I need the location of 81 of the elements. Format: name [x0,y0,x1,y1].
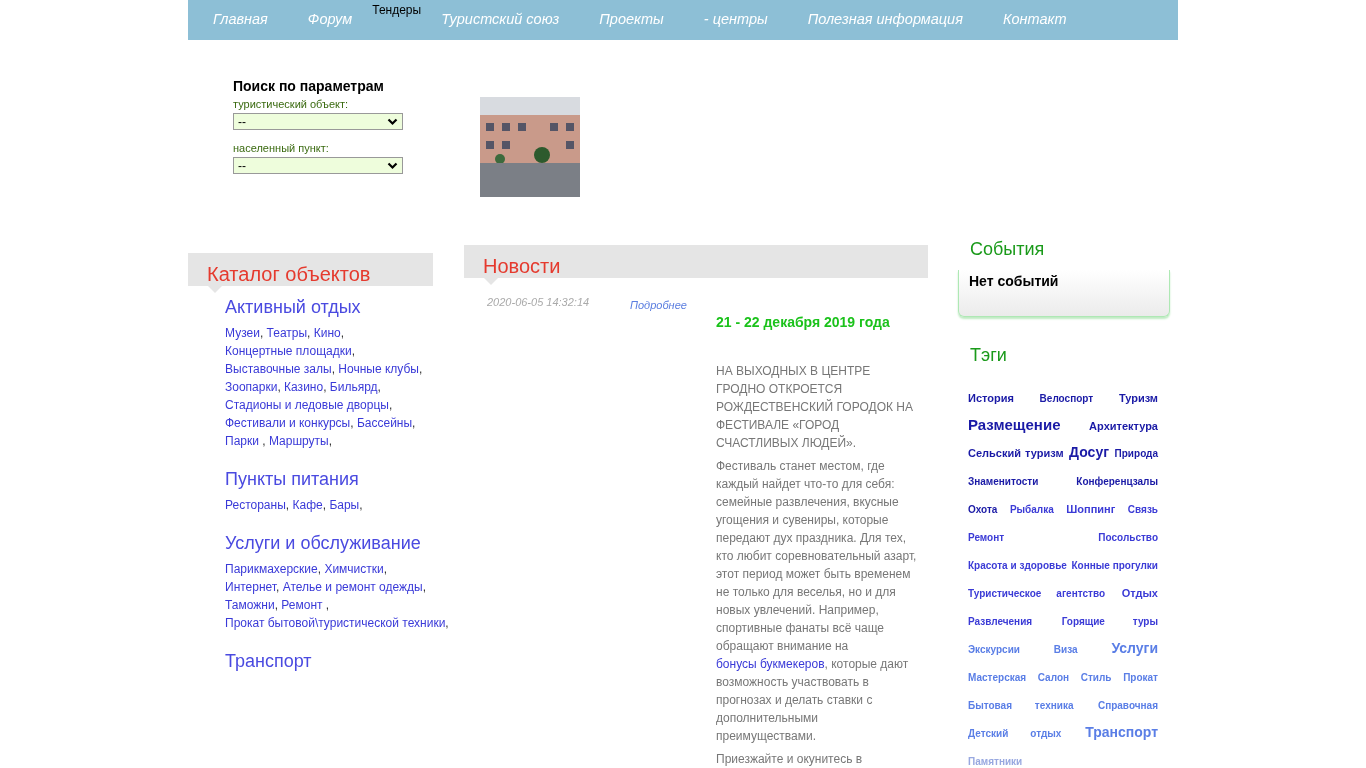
category-link[interactable]: Стадионы и ледовые дворцы, [225,398,393,412]
category-link[interactable]: Парикмахерские, [225,562,322,576]
tag-link[interactable]: Виза [1053,644,1078,655]
dropdown[interactable]: -- [233,113,403,130]
category-link[interactable]: Бильярд, [329,380,381,394]
category-link[interactable]: Музеи, [225,326,264,340]
field-label: населенный пункт: [233,142,330,154]
tag-link[interactable]: История [968,392,1014,404]
news-headline: 21 - 22 декабря 2019 года [716,314,891,330]
category-link[interactable]: Ночные клубы, [338,362,423,376]
header-pointer [484,278,498,285]
tag-link[interactable]: Прокат [1123,672,1158,683]
category-link[interactable]: Маршруты, [268,434,333,448]
search-title: Поиск по параметрам [233,78,385,94]
no-events-text: Нет событий [969,273,1059,289]
tag-link[interactable]: Туристическое агентство [968,588,1106,599]
category-heading[interactable]: Пункты питания [225,468,430,490]
inline-link[interactable]: бонусы букмекеров [716,657,825,671]
category-link[interactable]: Бары, [329,498,363,512]
tag-link[interactable]: Мастерская [968,672,1027,683]
category-link[interactable]: Казино, [284,380,327,394]
category-link[interactable]: Фестивали и конкурсы, [225,416,354,430]
events-title: События [969,239,1046,260]
category-heading[interactable]: Транспорт [225,650,430,672]
category-link[interactable]: Ателье и ремонт одежды, [282,580,427,594]
category-link[interactable]: Рестораны, [225,498,290,512]
tag-link[interactable]: Охота [968,504,998,515]
category-heading[interactable]: Активный отдых [225,296,430,318]
read-more-link[interactable]: Подробнее [630,299,687,311]
category-link[interactable]: Парки , [225,434,266,448]
tag-link[interactable]: Отдых [1121,587,1158,599]
field-label: туристический объект: [233,98,350,110]
news-paragraph: НА ВЫХОДНЫХ В ЦЕНТРЕ ГРОДНО ОТКРОЕТСЯ РОЖДЕСТВЕНСКИЙ ГОРОДОК НА ФЕСТИВАЛЕ «ГОРОД СЧАСТЛИВЫХ ЛЮДЕЙ». [716,363,914,452]
tag-link[interactable]: Справочная [1097,700,1158,711]
category-link[interactable]: Ремонт , [281,598,330,612]
tag-link[interactable]: Салон [1037,672,1070,683]
tag-link[interactable]: Транспорт [1085,724,1158,740]
tag-link[interactable]: Конференцзалы [1076,476,1158,487]
category-link[interactable]: Прокат бытовой\туристической техники, [225,616,449,630]
tag-link[interactable]: Архитектура [1089,420,1158,432]
tag-link[interactable]: Рыбалка [1009,504,1054,515]
category-link[interactable]: Интернет, [225,580,280,594]
tag-link[interactable]: Развлечения [968,616,1033,627]
news-paragraph: Фестиваль станет местом, где каждый найдет что-то для себя: семейные развлечения, вкусные угощения и сувениры, которые передают дух праздника. Для тех, кто любит соревновательный азарт, этот период может быть временем не только для веселья, но и для новых увлечений. Например, спортивные фанаты всё чаще обращают внимание на бонусы букмекеров, которые дают возможность участвовать в прогнозах и делать ставки с дополнительными преимуществами. [716,458,918,745]
tag-link[interactable]: Стиль [1080,672,1112,683]
category-link[interactable]: Таможни, [225,598,278,612]
category-link[interactable]: Концертные площадки, [225,344,356,358]
chevron-down-icon [387,117,398,126]
category-link[interactable]: Зоопарки, [225,380,281,394]
tag-link[interactable]: Детский отдых [968,728,1062,739]
category-link[interactable]: Выставочные залы, [225,362,335,376]
tag-link[interactable]: Велоспорт [1039,393,1094,404]
tag-link[interactable]: Горящие туры [1061,616,1158,627]
news-paragraph: Приезжайте и окунитесь в [716,751,864,768]
tag-link[interactable]: Шоппинг [1066,503,1116,515]
category-link[interactable]: Кино, [313,326,345,340]
tag-link[interactable]: Знаменитости [968,476,1039,487]
chevron-down-icon [387,161,398,170]
dropdown[interactable]: -- [233,157,403,174]
category-heading[interactable]: Услуги и обслуживание [225,532,430,554]
tag-link[interactable]: Размещение [968,416,1061,433]
tag-link[interactable]: Красота и здоровье [968,560,1067,571]
tag-link[interactable]: Бытовая техника [968,700,1074,711]
category-link[interactable]: Театры, [266,326,311,340]
category-link[interactable]: Бассейны, [356,416,416,430]
news-date: 2020-06-05 14:32:14 [487,296,590,308]
tag-link[interactable]: Экскурсии [968,644,1020,655]
tags-title: Тэги [969,345,1008,366]
tag-link[interactable]: Услуги [1111,640,1158,656]
tag-link[interactable]: Связь [1127,504,1158,515]
tag-link[interactable]: Ремонт [968,532,1005,543]
tag-link[interactable]: Конные прогулки [1071,560,1158,571]
category-link[interactable]: Химчистки, [324,562,388,576]
tag-link[interactable]: Сельский туризм [968,447,1064,459]
tag-link[interactable]: Досуг [1069,444,1110,460]
header-pointer [208,286,222,293]
tag-link[interactable]: Природа [1114,448,1158,459]
nav-link[interactable]: Тендеры [372,3,422,17]
tag-link[interactable]: Туризм [1118,392,1158,404]
tag-link[interactable]: Посольство [1098,532,1158,543]
category-link[interactable]: Кафе, [292,498,327,512]
